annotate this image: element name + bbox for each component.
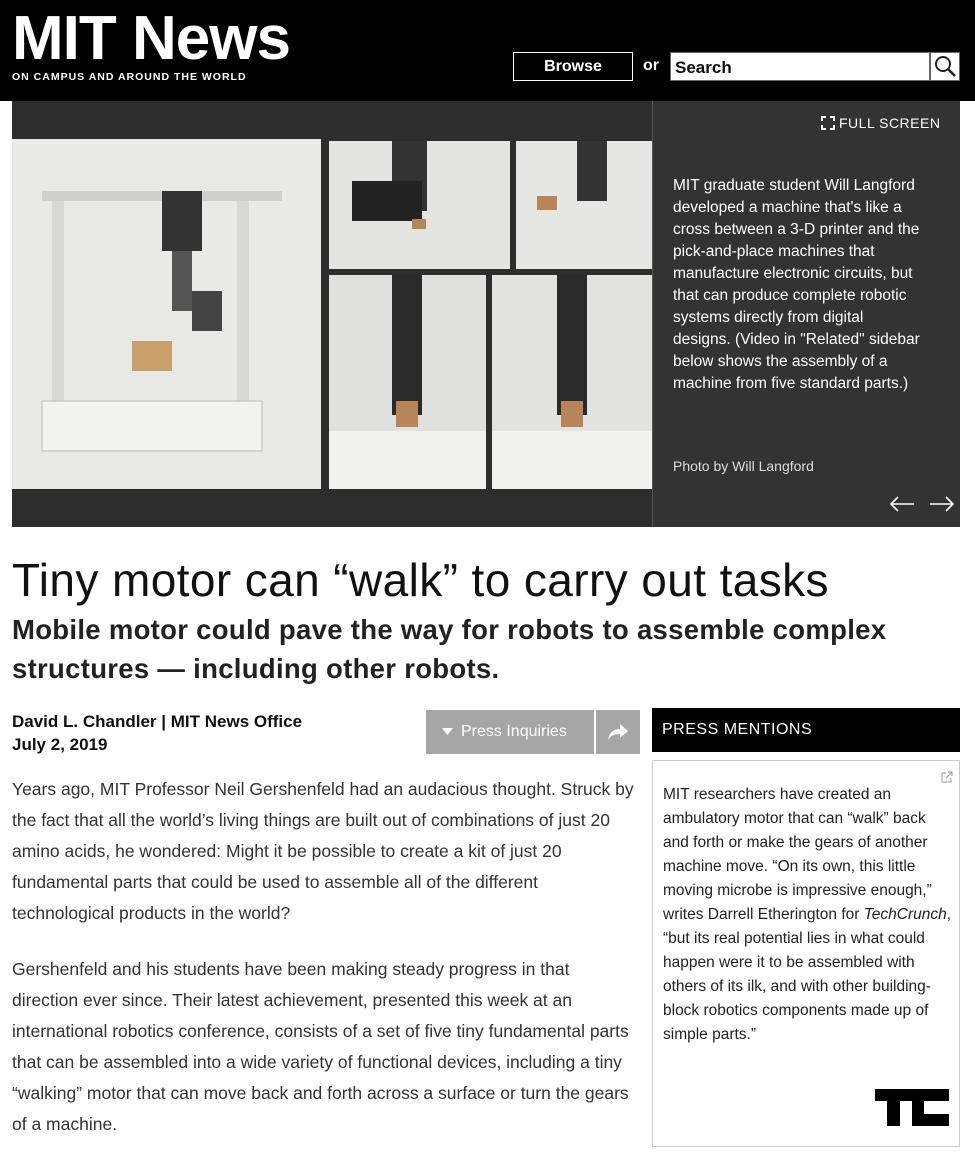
search-icon [935,56,956,77]
byline-separator: | [161,712,167,731]
article-body: Years ago, MIT Professor Neil Gershenfel… [12,774,640,1161]
press-inquiries-label: Press Inquiries [461,723,567,740]
publish-date: July 2, 2019 [12,735,108,754]
article-paragraph: Years ago, MIT Professor Neil Gershenfel… [12,779,634,923]
fullscreen-icon [821,116,835,130]
share-button[interactable] [596,710,640,754]
arrow-right-icon[interactable] [929,495,955,513]
byline: David L. Chandler | MIT News Office July… [12,710,302,756]
search-input[interactable]: Search [670,52,930,81]
site-logo[interactable]: MIT News [12,8,291,70]
mention-text-before: MIT researchers have created an ambulato… [663,786,932,923]
mention-text-after: , “but its real potential lies in what c… [663,906,952,1043]
slide-caption: MIT graduate student Will Langford devel… [673,177,920,392]
article-subtitle: Mobile motor could pave the way for robo… [12,614,887,684]
press-mention-card: MIT researchers have created an ambulato… [652,760,960,1147]
office-name: MIT News Office [170,712,303,731]
external-link-icon[interactable] [941,771,953,783]
photo-credit: Photo by Will Langford [673,458,814,474]
fullscreen-label: FULL SCREEN [839,115,941,131]
article-paragraph: Gershenfeld and his students have been m… [12,959,629,1134]
fullscreen-button[interactable]: FULL SCREEN [821,115,940,131]
or-label: or [643,57,659,74]
caret-down-icon [442,728,453,735]
press-mentions-header: PRESS MENTIONS [652,708,960,752]
site-header: MIT News ON CAMPUS AND AROUND THE WORLD … [0,0,975,101]
search-button[interactable] [930,52,960,81]
press-inquiries-button[interactable]: Press Inquiries [426,710,594,754]
share-icon [608,724,628,740]
techcrunch-logo[interactable] [875,1089,949,1126]
slide-photo[interactable] [12,101,652,527]
caption-panel: FULL SCREEN MIT graduate student Will La… [652,101,960,527]
mention-source[interactable]: TechCrunch [864,906,947,923]
arrow-left-icon[interactable] [889,495,915,513]
site-tagline: ON CAMPUS AND AROUND THE WORLD [12,71,247,83]
article-title: Tiny motor can “walk” to carry out tasks [12,554,829,606]
author-name[interactable]: David L. Chandler [12,712,157,731]
image-slideshow: FULL SCREEN MIT graduate student Will La… [12,101,960,527]
press-mention-text: MIT researchers have created an ambulato… [663,783,953,1047]
browse-button[interactable]: Browse [513,52,633,81]
